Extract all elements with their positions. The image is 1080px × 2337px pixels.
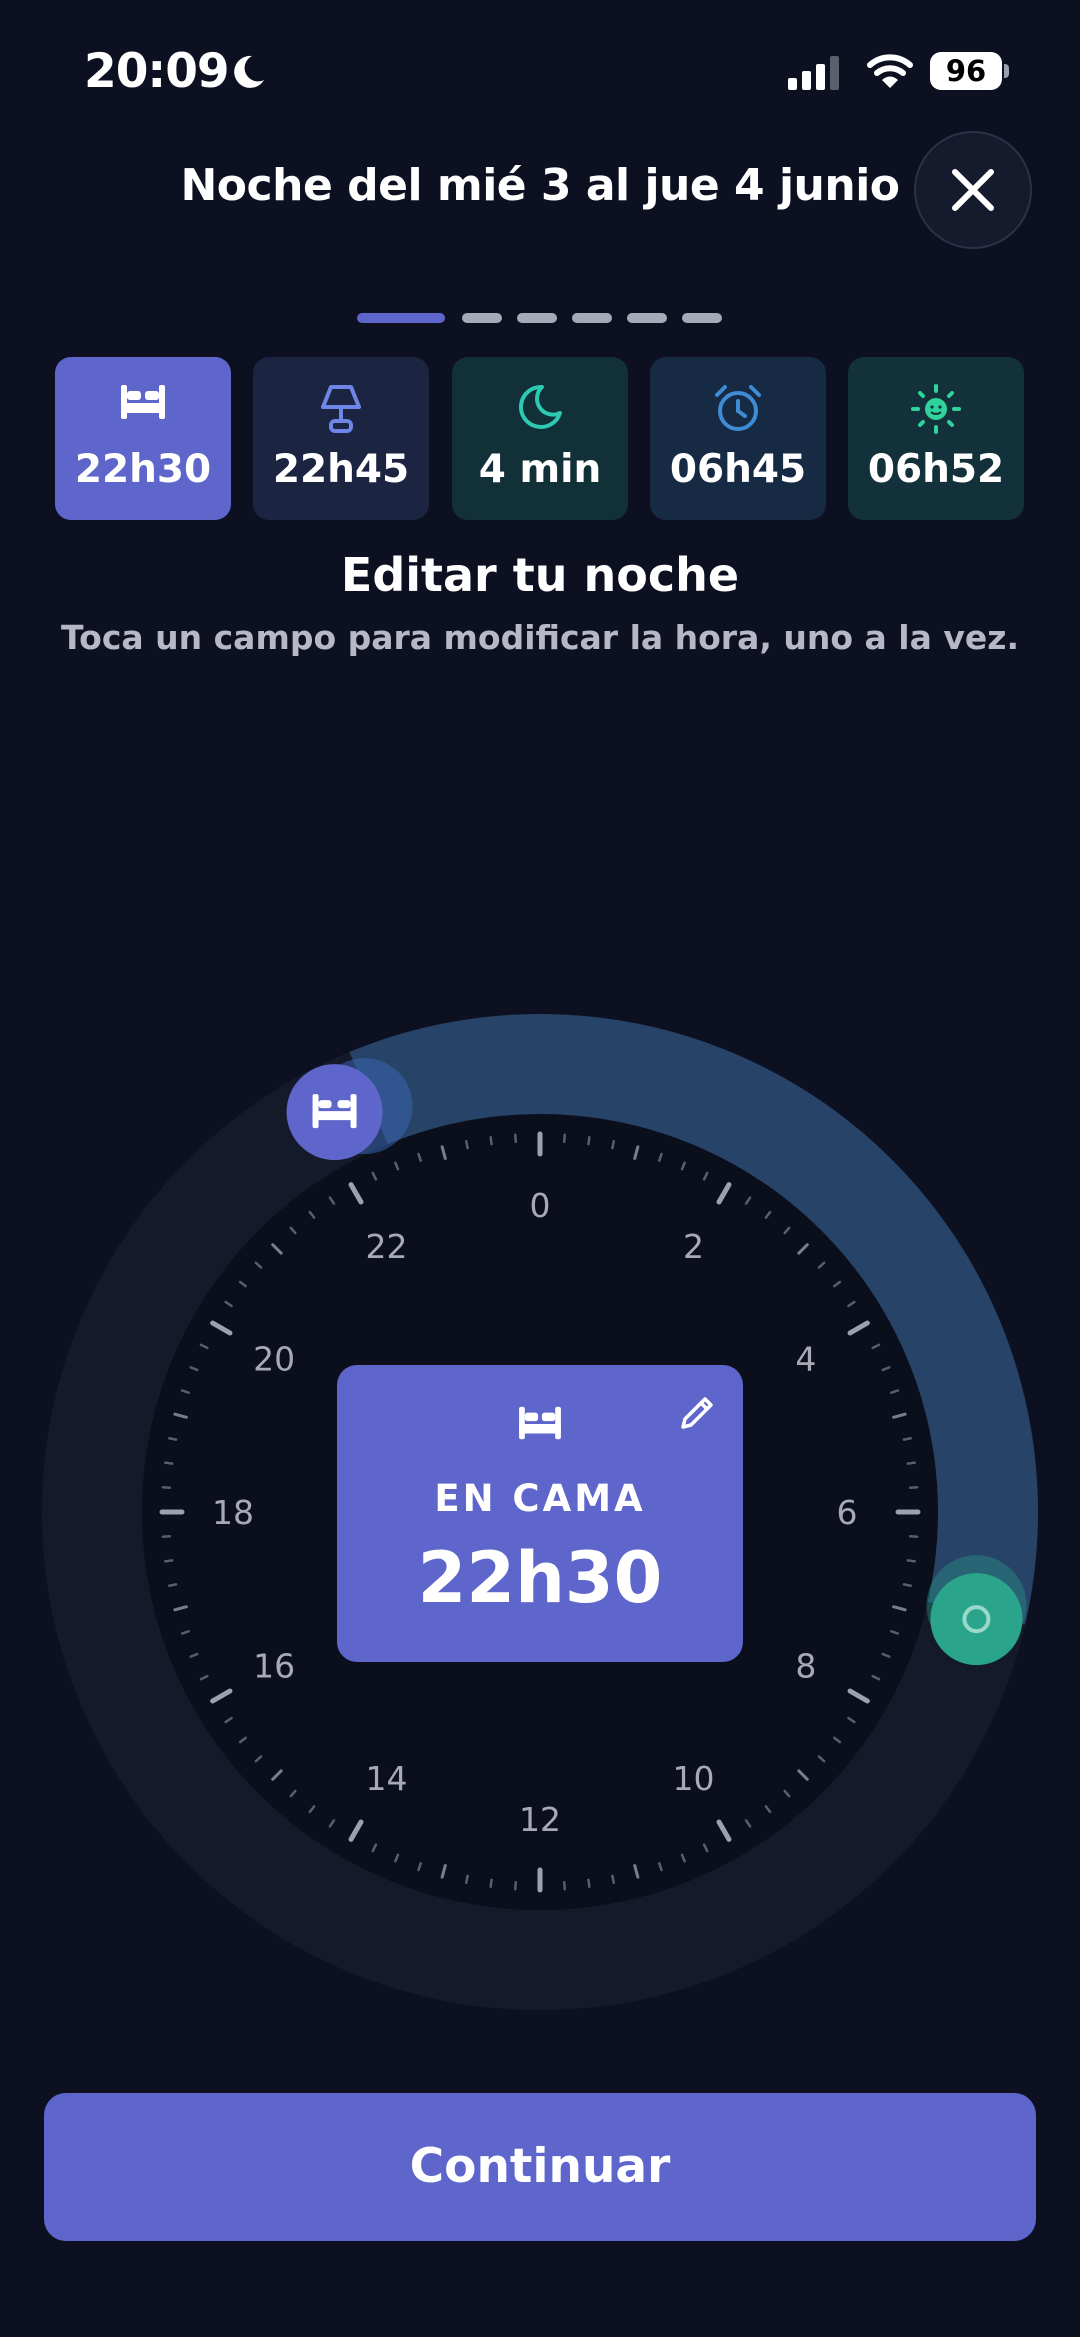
dial-hour-label: 12 (519, 1800, 561, 1839)
wake-handle-dot (930, 1573, 1023, 1666)
dial-tick (587, 1135, 591, 1146)
dial-tick (611, 1140, 615, 1150)
dial-tick (906, 1559, 917, 1563)
dial-hour-label: 8 (795, 1647, 816, 1686)
dial-tick (489, 1878, 493, 1889)
dial-tick (902, 1437, 912, 1441)
dial-tick (168, 1437, 178, 1441)
dial-hour-label: 10 (673, 1759, 715, 1798)
dial-tick (906, 1461, 917, 1465)
dial-tick (163, 1559, 174, 1563)
dial-hour-label: 14 (366, 1759, 408, 1798)
wake-handle[interactable] (926, 1555, 1027, 1666)
dial-tick (489, 1135, 493, 1146)
dial-tick (902, 1583, 912, 1587)
dial-tick (163, 1461, 174, 1465)
dial-tick (168, 1583, 178, 1587)
dial-hour-label: 16 (253, 1647, 295, 1686)
dial-hour-label: 18 (212, 1493, 254, 1532)
bed-icon (519, 1406, 561, 1440)
selected-time-value: 22h30 (417, 1537, 663, 1619)
dial-hour-label: 0 (530, 1186, 551, 1225)
dial-hour-label: 4 (795, 1340, 816, 1379)
dial-tick (465, 1140, 469, 1150)
sleep-dial[interactable]: 0 2 4 6 8 10 12 14 16 18 20 22 (0, 0, 1080, 2337)
dial-hour-label: 22 (366, 1227, 408, 1266)
dial-hour-label: 2 (683, 1227, 704, 1266)
dial-tick (587, 1878, 591, 1889)
selected-time-label: EN CAMA (434, 1477, 646, 1520)
continue-button[interactable]: Continuar (44, 2093, 1036, 2241)
dial-hour-label: 6 (837, 1493, 858, 1532)
pencil-icon[interactable] (677, 1393, 717, 1433)
dial-tick (465, 1874, 469, 1884)
dial-tick (611, 1874, 615, 1884)
selected-time-card[interactable]: EN CAMA 22h30 (337, 1365, 743, 1662)
dial-hour-label: 20 (253, 1340, 295, 1379)
